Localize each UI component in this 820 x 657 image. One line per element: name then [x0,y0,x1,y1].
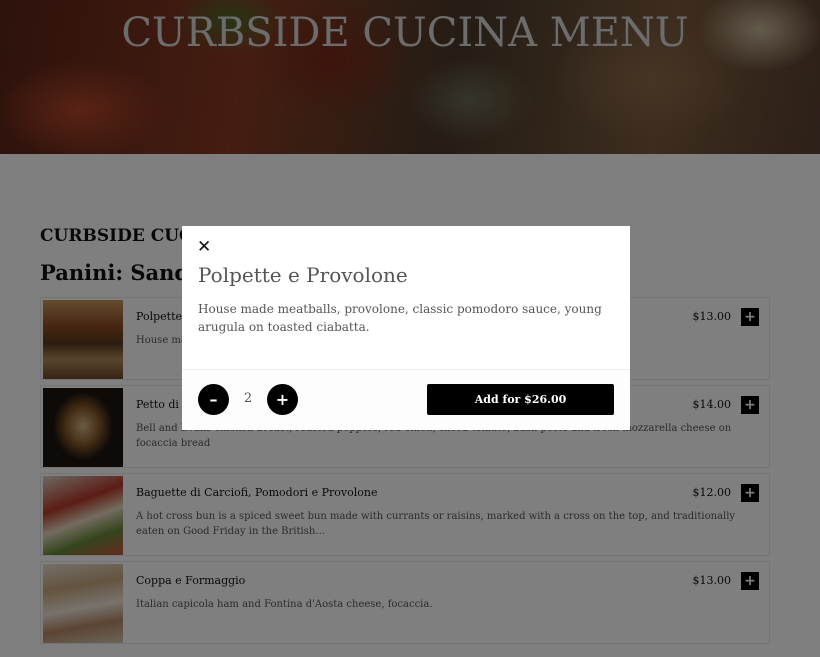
decrease-quantity-button[interactable]: – [198,384,229,415]
item-modal: ✕ Polpette e Provolone House made meatba… [182,226,630,430]
modal-description: House made meatballs, provolone, classic… [198,302,602,334]
modal-title: Polpette e Provolone [198,263,408,287]
modal-footer: – 2 + Add for $26.00 [182,369,630,430]
add-to-order-button[interactable]: Add for $26.00 [427,384,614,415]
close-icon[interactable]: ✕ [197,238,213,256]
quantity-value: 2 [243,391,253,406]
increase-quantity-button[interactable]: + [267,384,298,415]
